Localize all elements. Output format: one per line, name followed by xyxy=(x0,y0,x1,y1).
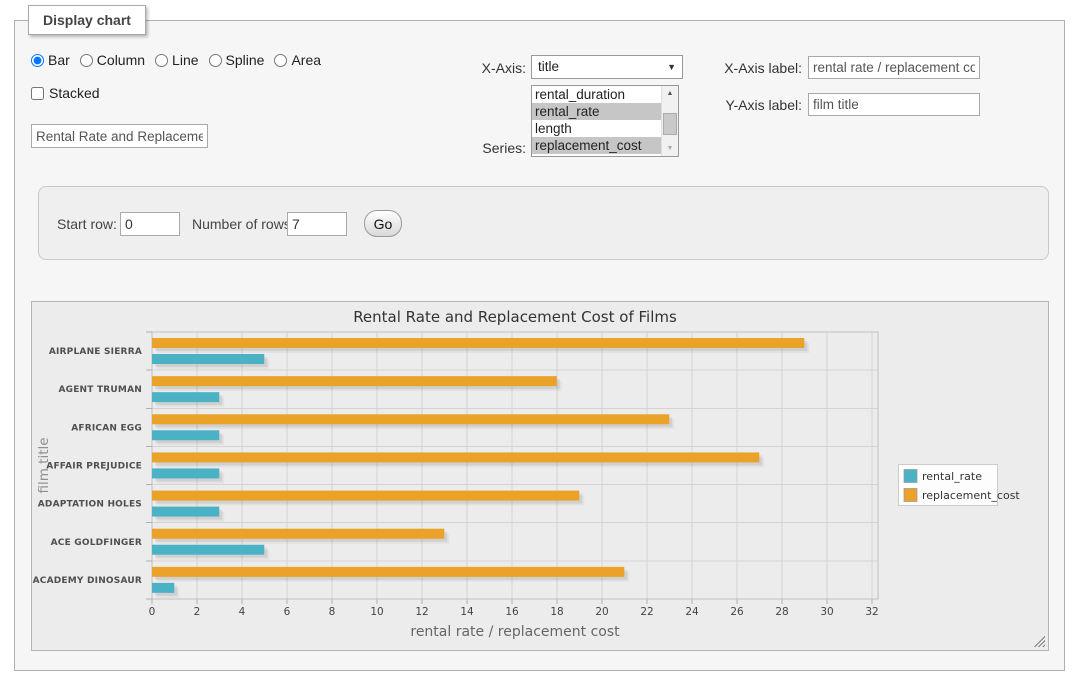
x-tick-label: 0 xyxy=(149,606,156,618)
chart-title-input[interactable] xyxy=(31,124,208,148)
bar-replacement_cost xyxy=(152,414,669,424)
series-option-replacement_cost[interactable]: replacement_cost xyxy=(532,137,662,154)
bar-replacement_cost xyxy=(152,491,579,501)
x-tick-label: 32 xyxy=(865,606,878,618)
bar-replacement_cost xyxy=(152,452,759,462)
stacked-label: Stacked xyxy=(49,85,100,101)
series-scrollbar[interactable]: ▲ ▼ xyxy=(661,86,678,156)
bar-chart-svg: AIRPLANE SIERRA AGENT TRUMAN AFRICAN EGG AF… xyxy=(32,302,1048,650)
x-tick-label: 24 xyxy=(685,606,699,618)
legend-label-replacement_cost: replacement_cost xyxy=(922,489,1020,502)
chart-type-radio-column[interactable] xyxy=(80,54,93,67)
bar-rental_rate xyxy=(152,545,264,555)
category-label: ACADEMY DINOSAUR xyxy=(33,576,142,586)
series-option-length[interactable]: length xyxy=(532,120,662,137)
start-row-input[interactable] xyxy=(120,212,180,236)
category-label: ADAPTATION HOLES xyxy=(38,500,142,510)
chart-type-option-spline: Spline xyxy=(209,52,265,68)
chart-type-radio-label: Line xyxy=(172,52,198,68)
chart-ylabel: film title xyxy=(36,437,52,493)
chevron-down-icon: ▼ xyxy=(667,62,676,72)
go-button[interactable]: Go xyxy=(364,210,402,237)
y-axis-label-label: Y-Axis label: xyxy=(712,97,802,113)
chart-title: Rental Rate and Replacement Cost of Film… xyxy=(353,308,677,326)
bar-rental_rate xyxy=(152,354,264,364)
bar-replacement_cost xyxy=(152,567,624,577)
chart-type-radio-line[interactable] xyxy=(155,54,168,67)
legend-label-rental_rate: rental_rate xyxy=(922,470,982,483)
chart-type-radio-bar[interactable] xyxy=(31,54,44,67)
bar-rental_rate xyxy=(152,583,174,593)
x-tick-label: 12 xyxy=(415,606,428,618)
legend-swatch-replacement_cost xyxy=(904,489,917,502)
legend-swatch-rental_rate xyxy=(904,470,917,483)
chart-type-radio-label: Area xyxy=(291,52,321,68)
stacked-checkbox[interactable] xyxy=(31,87,44,100)
chart-xlabel: rental rate / replacement cost xyxy=(410,624,620,640)
chart-type-radios: Bar Column Line Spline Area xyxy=(31,52,331,68)
bar-replacement_cost xyxy=(152,338,804,348)
number-of-rows-label: Number of rows: xyxy=(192,216,295,232)
row-range-panel: Start row: Number of rows: Go xyxy=(38,186,1049,260)
scrollbar-thumb[interactable] xyxy=(663,113,677,135)
x-axis-label-label: X-Axis label: xyxy=(712,60,802,76)
x-tick-label: 22 xyxy=(640,606,653,618)
chart-type-option-column: Column xyxy=(80,52,145,68)
bar-replacement_cost xyxy=(152,376,557,386)
start-row-label: Start row: xyxy=(57,216,117,232)
x-tick-label: 20 xyxy=(595,606,608,618)
x-tick-label: 18 xyxy=(550,606,563,618)
category-label: AFFAIR PREJUDICE xyxy=(46,462,142,472)
x-tick-label: 8 xyxy=(329,606,336,618)
chart-type-option-bar: Bar xyxy=(31,52,70,68)
series-select-label: Series: xyxy=(435,140,526,156)
chart-type-radio-area[interactable] xyxy=(274,54,287,67)
category-label: AFRICAN EGG xyxy=(71,423,142,433)
chart-type-radio-spline[interactable] xyxy=(209,54,222,67)
bar-replacement_cost xyxy=(152,529,444,539)
chart-type-radio-label: Spline xyxy=(226,52,265,68)
x-axis-select-label: X-Axis: xyxy=(435,60,526,76)
stacked-option: Stacked xyxy=(31,85,100,101)
chart-container: AIRPLANE SIERRA AGENT TRUMAN AFRICAN EGG AF… xyxy=(31,301,1049,651)
panel-title: Display chart xyxy=(28,5,146,35)
series-multiselect[interactable]: rental_durationrental_ratelengthreplacem… xyxy=(531,85,679,157)
bar-rental_rate xyxy=(152,468,219,478)
bar-rental_rate xyxy=(152,507,219,517)
scroll-up-icon[interactable]: ▲ xyxy=(662,86,678,101)
display-chart-panel: Display chart BarColumnLineSplineArea St… xyxy=(14,20,1065,671)
series-options: rental_durationrental_ratelengthreplacem… xyxy=(532,86,678,154)
scroll-down-icon[interactable]: ▼ xyxy=(662,141,678,156)
x-tick-label: 6 xyxy=(284,606,291,618)
x-axis-selected-value: title xyxy=(538,59,559,74)
chart-legend: rental_rate replacement_cost xyxy=(899,465,1021,506)
number-of-rows-input[interactable] xyxy=(287,212,347,236)
x-tick-label: 4 xyxy=(239,606,246,618)
category-label: ACE GOLDFINGER xyxy=(51,538,142,548)
chart-type-radio-label: Column xyxy=(97,52,145,68)
chart-type-radio-label: Bar xyxy=(48,52,70,68)
x-tick-label: 14 xyxy=(460,606,474,618)
x-tick-label: 16 xyxy=(505,606,519,618)
x-tick-label: 2 xyxy=(194,606,201,618)
x-tick-label: 30 xyxy=(820,606,833,618)
x-tick-label: 10 xyxy=(370,606,383,618)
x-axis-select[interactable]: title ▼ xyxy=(531,55,683,79)
bar-rental_rate xyxy=(152,392,219,402)
bar-rental_rate xyxy=(152,430,219,440)
axis-ticks xyxy=(146,332,872,604)
y-axis-label-input[interactable] xyxy=(808,93,980,116)
series-option-rental_duration[interactable]: rental_duration xyxy=(532,86,662,103)
chart-type-option-line: Line xyxy=(155,52,198,68)
x-axis-label-input[interactable] xyxy=(808,56,980,79)
series-option-rental_rate[interactable]: rental_rate xyxy=(532,103,662,120)
chart-type-option-area: Area xyxy=(274,52,321,68)
category-label: AGENT TRUMAN xyxy=(58,385,142,395)
category-label: AIRPLANE SIERRA xyxy=(49,347,142,357)
x-tick-label: 28 xyxy=(775,606,788,618)
x-tick-label: 26 xyxy=(730,606,744,618)
